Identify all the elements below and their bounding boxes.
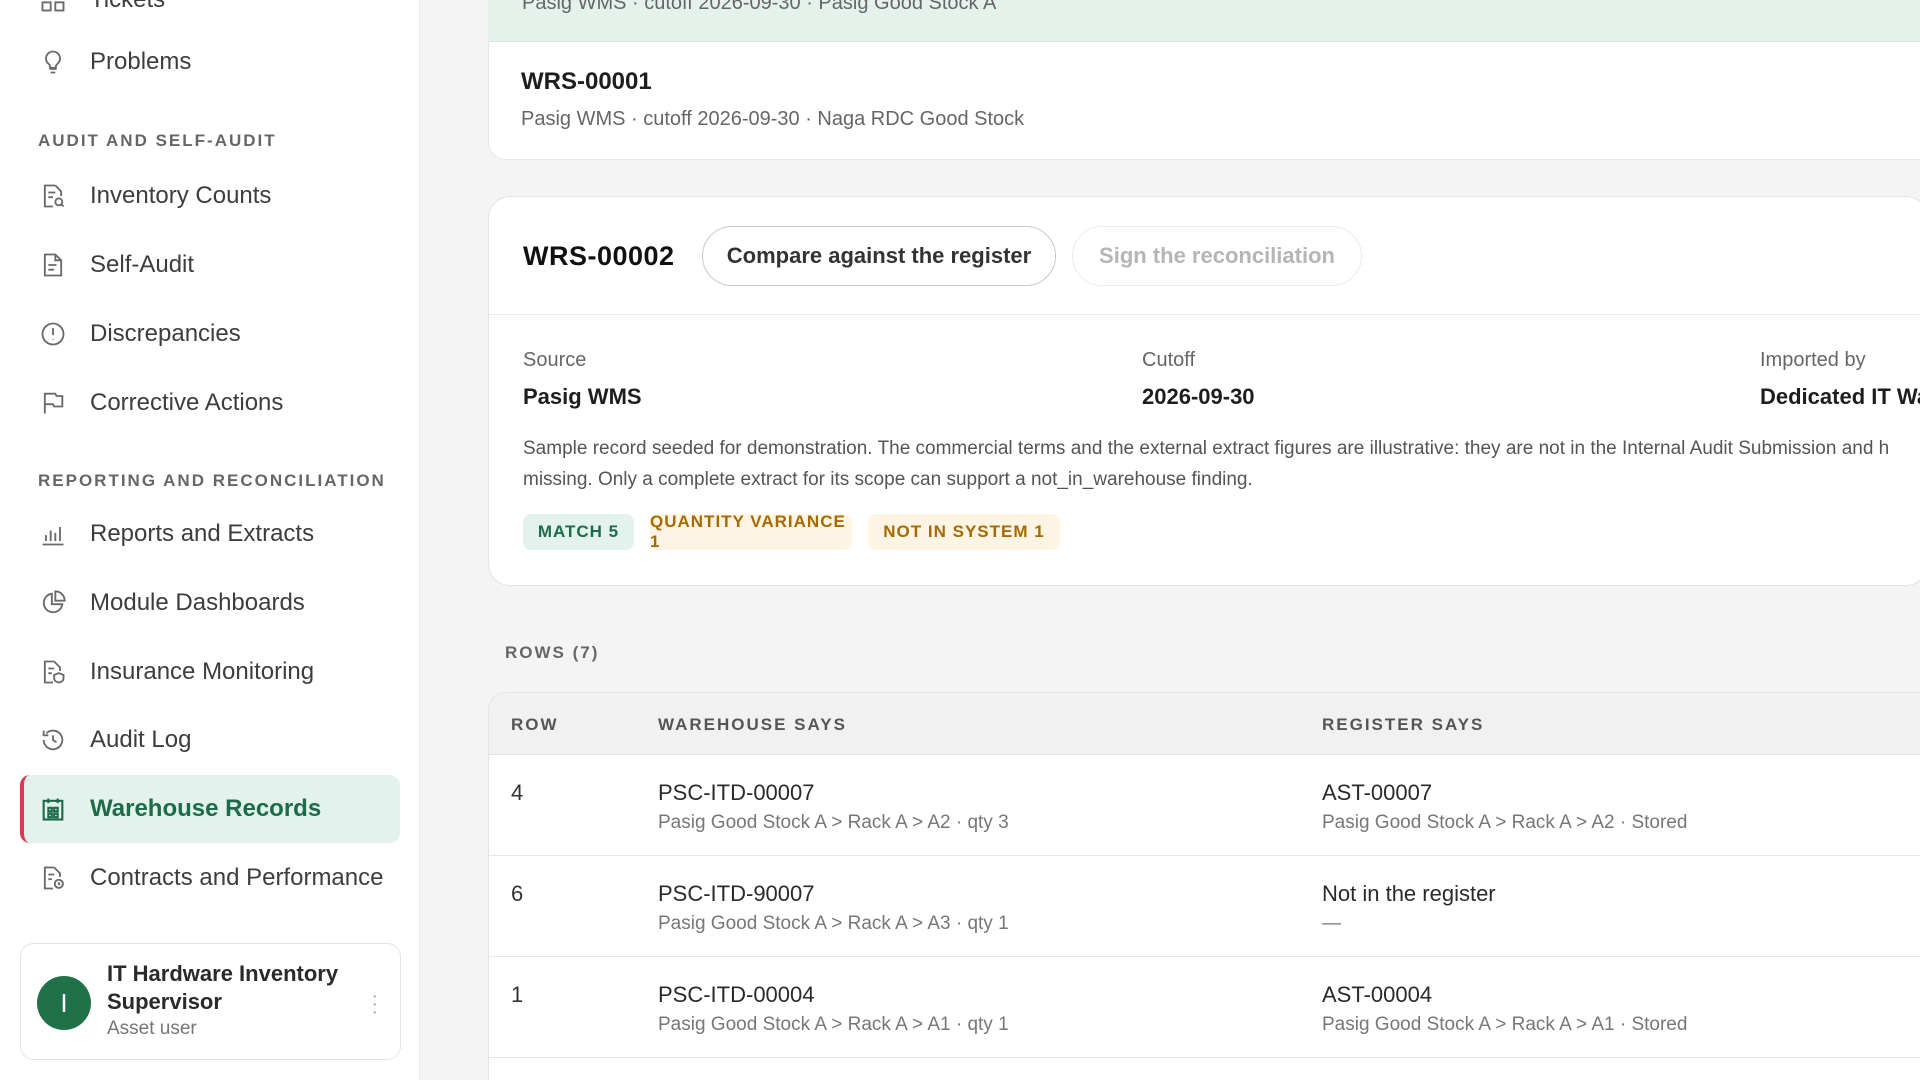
warehouse-item-location: Pasig Good Stock A > Rack A > A2 · qty 3 <box>658 812 1009 833</box>
register-item-id: AST-00007 <box>1322 780 1433 805</box>
grid-icon <box>38 0 68 15</box>
sidebar-item-reports[interactable]: Reports and Extracts <box>20 500 400 568</box>
user-role: Asset user <box>107 1018 197 1039</box>
user-name: IT Hardware Inventory Supervisor <box>107 961 339 1014</box>
warehouse-item-location: Pasig Good Stock A > Rack A > A1 · qty 1 <box>658 1014 1009 1035</box>
sidebar-item-label: Discrepancies <box>90 320 241 347</box>
row-number: 4 <box>511 780 524 805</box>
sidebar-item-label: Problems <box>90 48 192 75</box>
warehouse-icon <box>38 794 68 824</box>
more-options-icon[interactable]: · · · <box>371 986 378 1022</box>
sidebar-item-label: Reports and Extracts <box>90 520 315 547</box>
sidebar-item-contracts[interactable]: Contracts and Performance <box>20 844 400 912</box>
sidebar-item-warehouse-records[interactable]: Warehouse Records <box>20 775 400 843</box>
cutoff-value: 2026-09-30 <box>1142 384 1255 409</box>
checklist-icon <box>38 250 68 280</box>
history-icon <box>38 725 68 755</box>
sidebar-item-label: Self-Audit <box>90 251 195 278</box>
column-header-warehouse[interactable]: WAREHOUSE SAYS <box>658 715 847 735</box>
alert-circle-icon <box>38 319 68 349</box>
imported-by-value: Dedicated IT Wa <box>1760 384 1920 409</box>
rows-table: ROW WAREHOUSE SAYS REGISTER SAYS 4 PSC-I… <box>488 692 1920 1080</box>
previous-record-strip[interactable]: Pasig WMS · cutoff 2026-09-30 · Pasig Go… <box>488 0 1920 42</box>
register-item-id: Not in the register <box>1322 881 1496 906</box>
sidebar-item-self-audit[interactable]: Self-Audit <box>20 231 400 299</box>
sidebar-item-label: Warehouse Records <box>90 795 322 822</box>
match-badge: MATCH 5 <box>523 514 634 550</box>
record-note: Sample record seeded for demonstration. … <box>523 433 1920 495</box>
quantity-variance-badge: QUANTITY VARIANCE 1 <box>650 512 852 551</box>
source-label: Source <box>523 349 587 371</box>
record-id: WRS-00002 <box>523 241 675 271</box>
sidebar-item-corrective-actions[interactable]: Corrective Actions <box>20 369 400 437</box>
register-item-id: AST-00004 <box>1322 982 1433 1007</box>
compare-register-button[interactable]: Compare against the register <box>702 226 1056 286</box>
sidebar-item-problems[interactable]: Problems <box>20 28 400 96</box>
register-item-location: Pasig Good Stock A > Rack A > A2 · Store… <box>1322 812 1688 833</box>
sidebar-item-label: Corrective Actions <box>90 389 284 416</box>
record-note-line-1: Sample record seeded for demonstration. … <box>523 438 1890 459</box>
record-note-line-2: missing. Only a complete extract for its… <box>523 469 1253 490</box>
user-card[interactable]: I IT Hardware Inventory Supervisor Asset… <box>20 943 401 1060</box>
previous-record-meta: Pasig WMS · cutoff 2026-09-30 · Pasig Go… <box>522 0 997 14</box>
table-row[interactable]: 4 PSC-ITD-00007 Pasig Good Stock A > Rac… <box>489 756 1920 856</box>
bar-chart-icon <box>38 519 68 549</box>
flag-icon <box>38 388 68 418</box>
column-header-row[interactable]: ROW <box>511 715 559 735</box>
document-search-icon <box>38 181 68 211</box>
section-label-audit: AUDIT AND SELF-AUDIT <box>38 131 277 150</box>
sidebar: Tickets Problems AUDIT AND SELF-AUDIT In… <box>0 0 420 1080</box>
record-id: WRS-00001 <box>521 68 652 95</box>
sidebar-item-label: Contracts and Performance <box>90 864 384 891</box>
sidebar-item-inventory-counts[interactable]: Inventory Counts <box>20 162 400 230</box>
warehouse-item-id: PSC-ITD-00004 <box>658 982 815 1007</box>
avatar: I <box>37 976 91 1030</box>
record-card-wrs-00002: WRS-00002 Compare against the register S… <box>488 196 1920 586</box>
cutoff-label: Cutoff <box>1142 349 1195 371</box>
imported-by-label: Imported by <box>1760 349 1866 371</box>
record-meta: Pasig WMS · cutoff 2026-09-30 · Naga RDC… <box>521 108 1025 130</box>
warehouse-item-id: PSC-ITD-90007 <box>658 881 815 906</box>
sidebar-item-label: Module Dashboards <box>90 589 305 616</box>
sidebar-item-label: Insurance Monitoring <box>90 658 315 685</box>
not-in-system-badge: NOT IN SYSTEM 1 <box>868 514 1060 550</box>
sidebar-item-label: Audit Log <box>90 726 192 753</box>
section-label-reporting: REPORTING AND RECONCILIATION <box>38 471 386 490</box>
document-shield-icon <box>38 657 68 687</box>
table-header: ROW WAREHOUSE SAYS REGISTER SAYS <box>489 693 1920 755</box>
sidebar-item-discrepancies[interactable]: Discrepancies <box>20 300 400 368</box>
sidebar-item-label: Inventory Counts <box>90 182 272 209</box>
column-header-register[interactable]: REGISTER SAYS <box>1322 715 1484 735</box>
contract-icon <box>38 863 68 893</box>
rows-count-label: ROWS (7) <box>505 643 600 662</box>
warehouse-item-id: PSC-ITD-00007 <box>658 780 815 805</box>
register-item-location: Pasig Good Stock A > Rack A > A1 · Store… <box>1322 1014 1688 1035</box>
record-header: WRS-00002 Compare against the register S… <box>489 197 1920 315</box>
source-value: Pasig WMS <box>523 384 642 409</box>
warehouse-item-location: Pasig Good Stock A > Rack A > A3 · qty 1 <box>658 913 1009 934</box>
record-card-wrs-00001[interactable]: WRS-00001 Pasig WMS · cutoff 2026-09-30 … <box>488 42 1920 160</box>
pie-chart-icon <box>38 588 68 618</box>
sign-reconciliation-button[interactable]: Sign the reconciliation <box>1072 226 1362 286</box>
table-row[interactable]: 6 PSC-ITD-90007 Pasig Good Stock A > Rac… <box>489 857 1920 957</box>
row-number: 6 <box>511 881 524 906</box>
sidebar-item-label: Tickets <box>90 0 165 14</box>
table-row[interactable]: 1 PSC-ITD-00004 Pasig Good Stock A > Rac… <box>489 958 1920 1058</box>
sidebar-item-insurance-monitoring[interactable]: Insurance Monitoring <box>20 638 400 706</box>
sidebar-item-module-dashboards[interactable]: Module Dashboards <box>20 569 400 637</box>
sidebar-item-audit-log[interactable]: Audit Log <box>20 706 400 774</box>
register-item-location: — <box>1322 913 1341 934</box>
lightbulb-icon <box>38 47 68 77</box>
row-number: 1 <box>511 982 524 1007</box>
